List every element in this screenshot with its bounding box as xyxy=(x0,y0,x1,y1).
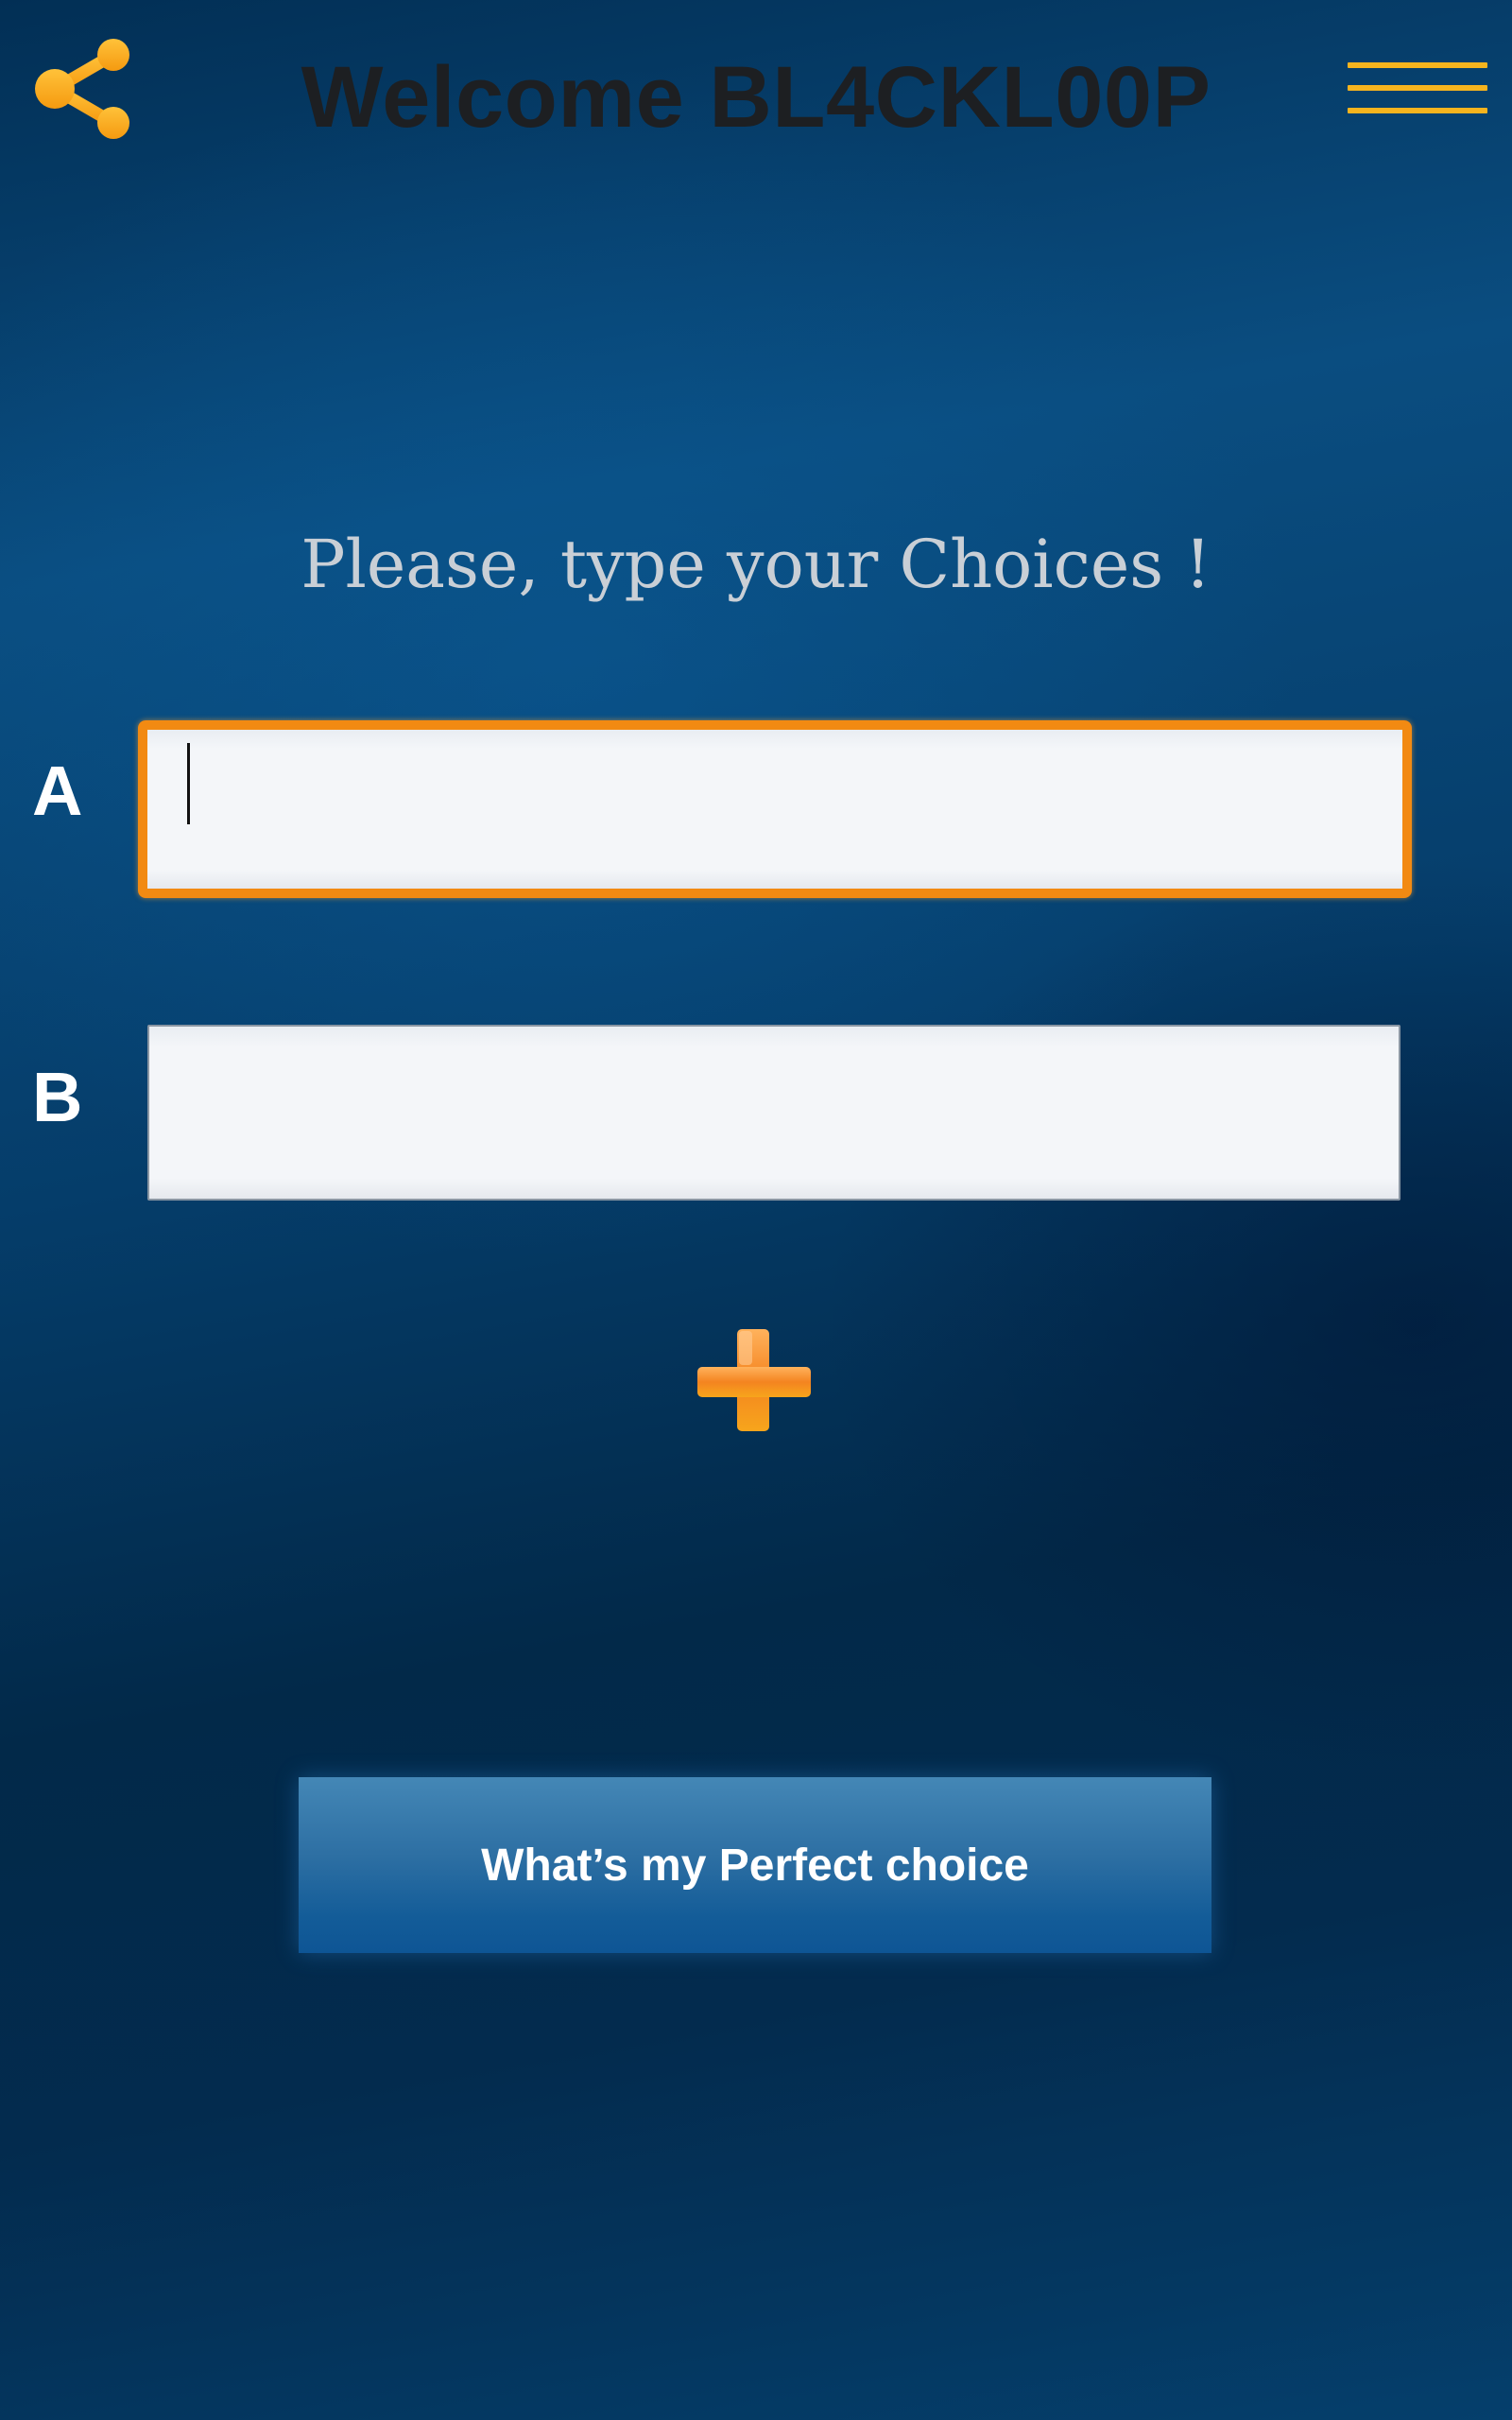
menu-line xyxy=(1348,85,1487,91)
menu-line xyxy=(1348,108,1487,113)
menu-line xyxy=(1348,62,1487,68)
text-caret xyxy=(187,743,190,824)
perfect-choice-button[interactable]: What’s my Perfect choice xyxy=(299,1777,1211,1953)
choice-a-label: A xyxy=(32,752,83,830)
choice-b-input[interactable] xyxy=(147,1025,1400,1201)
choices-prompt: Please, type your Choices ! xyxy=(301,526,1211,603)
choice-b-label: B xyxy=(32,1058,83,1136)
page-title: Welcome BL4CKL00P xyxy=(301,49,1211,146)
plus-icon[interactable] xyxy=(696,1327,813,1433)
hamburger-menu-icon[interactable] xyxy=(1348,60,1487,117)
app-header: Welcome BL4CKL00P xyxy=(0,0,1512,189)
choice-a-input[interactable] xyxy=(138,720,1412,898)
